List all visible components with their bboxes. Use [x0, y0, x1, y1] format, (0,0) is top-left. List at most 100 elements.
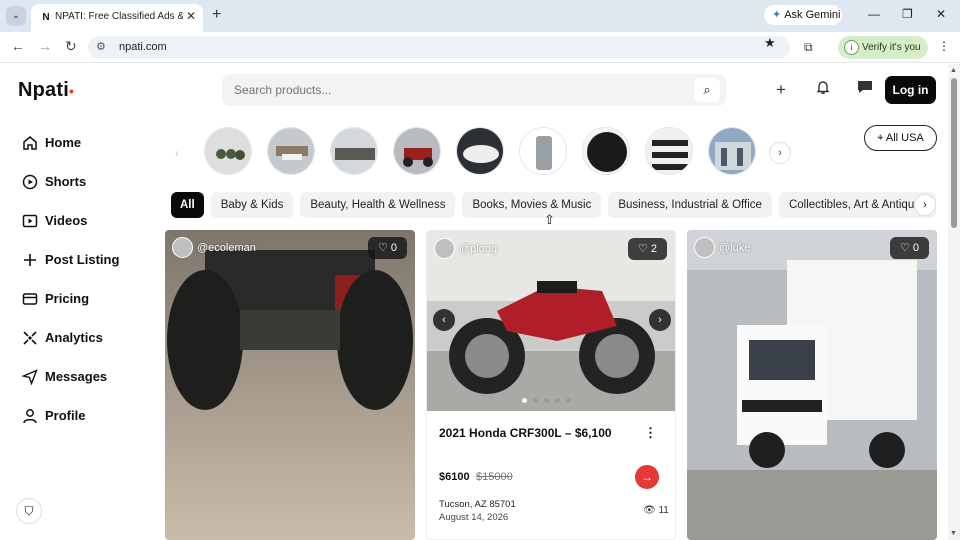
listing-card[interactable]: @ecoleman ♡ 0 [165, 230, 415, 540]
chips-next-icon[interactable]: › [914, 194, 936, 216]
chip-books-movies-music[interactable]: Books, Movies & Music [462, 192, 602, 218]
page-scrollbar[interactable]: ▲ ▼ [948, 64, 960, 540]
sidebar-item-messages[interactable]: Messages [21, 357, 162, 396]
category-thumbnail[interactable] [519, 127, 567, 175]
card-icon [22, 291, 38, 307]
carousel-dot[interactable] [555, 398, 560, 403]
listing-card[interactable]: @plong ♡ 2 ‹ › 2021 Honda CRF300L – $6,1… [426, 230, 676, 540]
seller-username: @plong [459, 242, 498, 255]
carousel-dot[interactable] [522, 398, 527, 403]
scroll-thumb[interactable] [951, 78, 957, 228]
mouse-cursor-icon: ⇧ [544, 212, 555, 227]
site-info-icon[interactable]: ⚙ [96, 40, 106, 53]
search-input[interactable] [222, 74, 662, 106]
page: Npati• Home Shorts Videos Post Listing P… [0, 64, 948, 540]
close-tab-icon[interactable]: ✕ [186, 9, 196, 23]
scroll-down-icon[interactable]: ▼ [950, 530, 957, 537]
browser-menu-icon[interactable]: ⋮ [938, 39, 950, 53]
like-button[interactable]: ♡ 0 [368, 237, 407, 259]
sidebar-item-label: Pricing [45, 291, 90, 306]
like-button[interactable]: ♡ 2 [628, 238, 667, 260]
restore-icon[interactable]: ❐ [902, 7, 913, 21]
close-window-icon[interactable]: ✕ [936, 7, 946, 21]
seller-info[interactable]: @luke [694, 237, 750, 258]
category-thumbnail[interactable] [645, 127, 693, 175]
reload-icon[interactable]: ↻ [65, 38, 77, 55]
ask-gemini-button[interactable]: ✦ Ask Gemini [764, 5, 842, 25]
sidebar-item-label: Shorts [45, 174, 87, 189]
chip-baby-kids[interactable]: Baby & Kids [210, 192, 294, 218]
category-thumbnail[interactable] [393, 127, 441, 175]
more-options-icon[interactable]: ⋮ [644, 425, 657, 441]
chip-all[interactable]: All [171, 192, 204, 218]
seller-info[interactable]: @plong [434, 238, 497, 259]
chip-beauty-health[interactable]: Beauty, Health & Wellness [300, 192, 456, 218]
carousel-dot[interactable] [544, 398, 549, 403]
scroll-up-icon[interactable]: ▲ [950, 67, 957, 74]
location-pin-icon: ⌖ [877, 132, 884, 144]
listing-image [165, 230, 415, 540]
seller-info[interactable]: @ecoleman [172, 237, 256, 258]
image-prev-icon[interactable]: ‹ [433, 309, 455, 331]
sidebar-item-analytics[interactable]: Analytics [22, 318, 162, 357]
plus-icon [22, 252, 38, 268]
forward-icon[interactable]: → [38, 38, 52, 54]
category-thumbnail[interactable] [456, 127, 504, 175]
heart-icon: ♡ [637, 243, 648, 255]
category-thumbnail[interactable] [330, 127, 378, 175]
category-next-icon[interactable]: › [769, 142, 791, 164]
like-button[interactable]: ♡ 0 [890, 237, 929, 259]
bookmark-star-icon[interactable]: ★ [764, 35, 776, 51]
url-field[interactable]: ⚙ npati.com [88, 36, 790, 59]
minimize-icon[interactable]: — [868, 7, 880, 21]
sidebar-item-label: Profile [45, 408, 86, 423]
chat-icon[interactable] [851, 76, 879, 104]
listing-old-price: $15000 [476, 471, 513, 483]
favicon-icon: N [42, 12, 50, 23]
sidebar-item-post-listing[interactable]: Post Listing [22, 240, 162, 279]
category-thumbnail[interactable] [267, 127, 315, 175]
site-logo[interactable]: Npati• [18, 79, 74, 102]
browser-tab[interactable]: N NPATI: Free Classified Ads & Vi ✕ [31, 4, 203, 32]
chip-business-industrial[interactable]: Business, Industrial & Office [608, 192, 772, 218]
sidebar-item-profile[interactable]: Profile [22, 396, 162, 435]
sidebar-item-videos[interactable]: Videos [22, 201, 162, 240]
listing-card[interactable]: @luke ♡ 0 [687, 230, 937, 540]
shield-icon[interactable]: ⛉ [16, 498, 42, 524]
listing-title[interactable]: 2021 Honda CRF300L – $6,100 [439, 426, 612, 440]
view-count: 👁 11 [643, 505, 669, 516]
chip-collectibles-art[interactable]: Collectibles, Art & Antiques [778, 192, 937, 218]
profile-icon: i [844, 40, 859, 55]
avatar [172, 237, 193, 258]
sidebar-item-pricing[interactable]: Pricing [22, 279, 162, 318]
verify-button[interactable]: i Verify it's you [838, 36, 928, 59]
extensions-icon[interactable]: ⧉ [804, 40, 813, 55]
back-icon[interactable]: ← [11, 38, 25, 54]
category-thumbnail[interactable] [582, 127, 630, 175]
carousel-dots [522, 398, 571, 403]
category-thumbnail[interactable] [204, 127, 252, 175]
heart-icon: ♡ [377, 242, 388, 254]
logo-dot: • [69, 83, 75, 99]
login-button[interactable]: Log in [885, 76, 936, 104]
browser-tab-bar: ⌄ N NPATI: Free Classified Ads & Vi ✕ + … [0, 0, 960, 32]
add-listing-icon[interactable]: + [767, 76, 795, 104]
sidebar-item-label: Videos [45, 213, 88, 228]
carousel-dot[interactable] [533, 398, 538, 403]
view-listing-button[interactable]: → [635, 465, 659, 489]
carousel-dot[interactable] [566, 398, 571, 403]
category-thumbnail[interactable] [708, 127, 756, 175]
like-count: 0 [912, 242, 920, 254]
video-icon [22, 213, 38, 229]
logo-text: Npati [18, 79, 69, 101]
location-button[interactable]: ⌖ All USA [864, 125, 937, 151]
tab-search-icon[interactable]: ⌄ [6, 6, 26, 26]
eye-icon: 👁 [643, 505, 656, 516]
image-next-icon[interactable]: › [649, 309, 671, 331]
bell-icon[interactable] [809, 76, 837, 104]
search-button[interactable]: ⌕ [694, 78, 720, 102]
sidebar-item-shorts[interactable]: Shorts [22, 162, 162, 201]
sidebar-item-home[interactable]: Home [22, 123, 162, 162]
category-prev-icon[interactable]: ‹ [167, 143, 187, 163]
new-tab-icon[interactable]: + [212, 6, 221, 24]
